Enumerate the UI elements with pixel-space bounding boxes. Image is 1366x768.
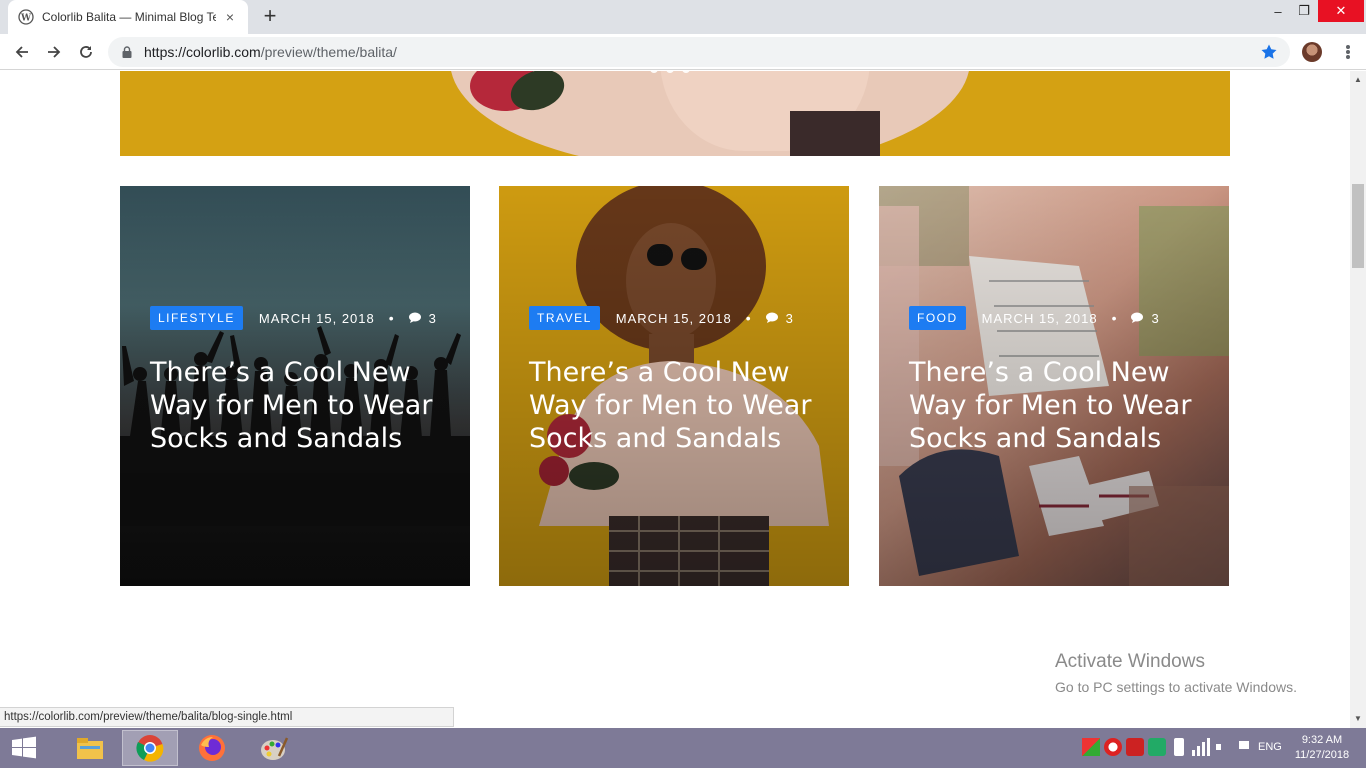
back-button[interactable] bbox=[10, 40, 34, 64]
browser-toolbar: https://colorlib.com/preview/theme/balit… bbox=[0, 34, 1366, 70]
meta-separator: • bbox=[1111, 310, 1118, 326]
slider-dots[interactable] bbox=[650, 71, 690, 73]
comment-count: 3 bbox=[1151, 310, 1160, 326]
app-tray-icon[interactable] bbox=[1082, 738, 1100, 756]
post-title[interactable]: There’s a Cool New Way for Men to Wear S… bbox=[909, 356, 1209, 455]
slider-dot-active[interactable] bbox=[682, 71, 690, 73]
category-badge[interactable]: Travel bbox=[529, 306, 600, 330]
watermark-subtitle: Go to PC settings to activate Windows. bbox=[1055, 679, 1297, 695]
taskbar-file-explorer[interactable] bbox=[62, 730, 118, 766]
app-tray-icon[interactable] bbox=[1126, 738, 1144, 756]
page-viewport: Lifestyle March 15, 2018 • 3 There’s a C… bbox=[0, 71, 1350, 728]
browser-tab[interactable]: W Colorlib Balita — Minimal Blog Te × bbox=[8, 0, 248, 34]
tab-bar: W Colorlib Balita — Minimal Blog Te × + … bbox=[0, 0, 1366, 34]
url-host: https://colorlib.com bbox=[144, 44, 261, 60]
network-signal-icon[interactable] bbox=[1192, 738, 1210, 756]
bookmark-star-icon[interactable] bbox=[1260, 43, 1278, 61]
arrow-left-icon bbox=[15, 46, 28, 58]
scroll-up-arrow-icon[interactable]: ▲ bbox=[1350, 73, 1366, 87]
taskbar-firefox[interactable] bbox=[184, 730, 240, 766]
url-text: https://colorlib.com/preview/theme/balit… bbox=[144, 44, 1260, 60]
meta-separator: • bbox=[388, 310, 395, 326]
meta-separator: • bbox=[745, 310, 752, 326]
scrollbar-thumb[interactable] bbox=[1352, 184, 1364, 268]
post-card-food[interactable]: Food March 15, 2018 • 3 There’s a Cool N… bbox=[879, 186, 1229, 586]
post-date: March 15, 2018 bbox=[615, 310, 732, 326]
post-meta: Food March 15, 2018 • 3 bbox=[909, 306, 1160, 330]
vertical-scrollbar[interactable]: ▲ ▼ bbox=[1350, 71, 1366, 728]
tab-title: Colorlib Balita — Minimal Blog Te bbox=[42, 10, 216, 24]
app-tray-icon[interactable] bbox=[1148, 738, 1166, 756]
reload-button[interactable] bbox=[74, 40, 98, 64]
windows-taskbar: ENG 9:32 AM 11/27/2018 bbox=[0, 728, 1366, 768]
comment-count: 3 bbox=[785, 310, 794, 326]
slider-dot[interactable] bbox=[666, 71, 674, 73]
comment-icon bbox=[1131, 312, 1144, 323]
status-bar-link: https://colorlib.com/preview/theme/balit… bbox=[0, 707, 454, 727]
comment-count: 3 bbox=[428, 310, 437, 326]
language-indicator[interactable]: ENG bbox=[1258, 741, 1282, 753]
taskbar-paint[interactable] bbox=[246, 730, 302, 766]
system-tray bbox=[1082, 738, 1254, 756]
post-card-travel[interactable]: Travel March 15, 2018 • 3 There’s a Cool… bbox=[499, 186, 849, 586]
post-meta: Travel March 15, 2018 • 3 bbox=[529, 306, 794, 330]
browser-menu-icon[interactable] bbox=[1338, 42, 1358, 62]
system-clock[interactable]: 9:32 AM 11/27/2018 bbox=[1290, 733, 1354, 763]
hero-slider-image[interactable] bbox=[120, 71, 1230, 156]
post-date: March 15, 2018 bbox=[258, 310, 375, 326]
arrow-right-icon bbox=[48, 46, 61, 58]
post-meta: Lifestyle March 15, 2018 • 3 bbox=[150, 306, 437, 330]
folder-icon bbox=[77, 738, 103, 759]
forward-button[interactable] bbox=[42, 40, 66, 64]
post-title[interactable]: There’s a Cool New Way for Men to Wear S… bbox=[529, 356, 829, 455]
notification-flag-icon[interactable] bbox=[1236, 738, 1254, 756]
category-badge[interactable]: Food bbox=[909, 306, 966, 330]
lock-icon bbox=[122, 46, 132, 58]
category-badge[interactable]: Lifestyle bbox=[150, 306, 243, 330]
opera-tray-icon[interactable] bbox=[1104, 738, 1122, 756]
windows-start-icon[interactable] bbox=[8, 736, 40, 760]
wordpress-icon: W bbox=[18, 9, 34, 25]
profile-avatar[interactable] bbox=[1302, 42, 1322, 62]
watermark-title: Activate Windows bbox=[1055, 651, 1205, 672]
close-tab-icon[interactable]: × bbox=[222, 9, 238, 25]
post-card-lifestyle[interactable]: Lifestyle March 15, 2018 • 3 There’s a C… bbox=[120, 186, 470, 586]
clock-time: 9:32 AM bbox=[1301, 734, 1343, 746]
clock-date: 11/27/2018 bbox=[1294, 749, 1350, 761]
chrome-icon bbox=[136, 735, 164, 762]
activate-windows-watermark: Activate Windows Go to PC settings to ac… bbox=[1055, 651, 1297, 695]
address-bar[interactable]: https://colorlib.com/preview/theme/balit… bbox=[108, 37, 1290, 67]
firefox-icon bbox=[199, 735, 225, 761]
battery-icon[interactable] bbox=[1174, 738, 1184, 756]
comment-icon bbox=[408, 312, 421, 323]
volume-icon[interactable] bbox=[1214, 738, 1232, 756]
taskbar-chrome[interactable] bbox=[122, 730, 178, 766]
slider-dot[interactable] bbox=[650, 71, 658, 73]
svg-text:W: W bbox=[20, 14, 32, 24]
comment-icon bbox=[765, 312, 778, 323]
hero-photo-part bbox=[790, 111, 880, 156]
scroll-down-arrow-icon[interactable]: ▼ bbox=[1350, 712, 1366, 726]
close-window-button[interactable]: ✕ bbox=[1318, 0, 1364, 22]
new-tab-button[interactable]: + bbox=[258, 5, 282, 29]
post-title[interactable]: There’s a Cool New Way for Men to Wear S… bbox=[150, 356, 450, 455]
post-date: March 15, 2018 bbox=[981, 310, 1098, 326]
paint-palette-icon bbox=[261, 737, 289, 760]
url-path: /preview/theme/balita/ bbox=[260, 44, 397, 60]
reload-icon bbox=[80, 46, 92, 58]
